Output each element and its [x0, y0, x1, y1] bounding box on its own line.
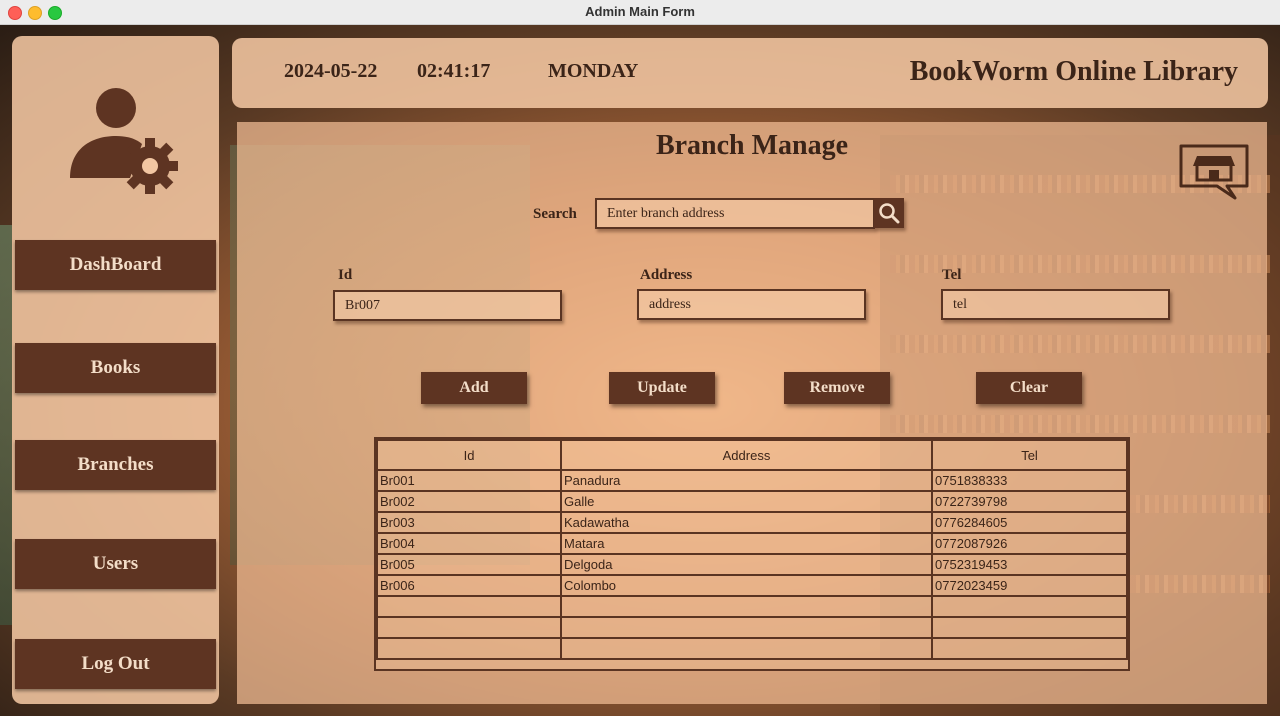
brand-title: BookWorm Online Library — [909, 56, 1238, 87]
cell-id: Br002 — [376, 490, 562, 513]
cell-tel: 0776284605 — [931, 511, 1128, 534]
header: 2024-05-22 02:41:17 MONDAY BookWorm Onli… — [232, 38, 1268, 108]
user-gear-icon — [70, 88, 178, 194]
column-header-tel[interactable]: Tel — [931, 439, 1128, 471]
column-header-id[interactable]: Id — [376, 439, 562, 471]
cell-id: Br003 — [376, 511, 562, 534]
cell-tel: 0722739798 — [931, 490, 1128, 513]
table-row[interactable]: Br001 Panadura 0751838333 — [376, 469, 1128, 492]
search-label: Search — [533, 206, 577, 222]
cell-address: Delgoda — [560, 553, 933, 576]
empty-table-row[interactable] — [376, 637, 1128, 660]
update-button[interactable]: Update — [609, 372, 715, 404]
sidebar-item-branches[interactable]: Branches — [15, 440, 216, 490]
cell-tel: 0751838333 — [931, 469, 1128, 492]
tel-field[interactable]: tel — [941, 289, 1170, 320]
table-row[interactable]: Br005 Delgoda 0752319453 — [376, 553, 1128, 576]
branch-manage-panel: Branch Manage Search Enter branch addres… — [237, 122, 1267, 704]
cell-tel: 0752319453 — [931, 553, 1128, 576]
table-row[interactable]: Br006 Colombo 0772023459 — [376, 574, 1128, 597]
id-field[interactable]: Br007 — [333, 290, 562, 321]
column-header-address[interactable]: Address — [560, 439, 933, 471]
cell-id: Br006 — [376, 574, 562, 597]
search-input[interactable]: Enter branch address — [595, 198, 875, 229]
page-title: Branch Manage — [655, 130, 849, 161]
cell-address: Kadawatha — [560, 511, 933, 534]
window-title: Admin Main Form — [585, 4, 695, 19]
cell-address: Colombo — [560, 574, 933, 597]
sidebar-item-dashboard[interactable]: DashBoard — [15, 240, 216, 290]
table-row[interactable]: Br004 Matara 0772087926 — [376, 532, 1128, 555]
cell-id: Br005 — [376, 553, 562, 576]
date-label: 2024-05-22 — [284, 60, 378, 82]
empty-table-row[interactable] — [376, 616, 1128, 639]
remove-button[interactable]: Remove — [784, 372, 890, 404]
address-field[interactable]: address — [637, 289, 866, 320]
cell-address: Panadura — [560, 469, 933, 492]
branch-table[interactable]: Id Address Tel Br001 Panadura 0751838333… — [374, 437, 1130, 671]
search-button[interactable] — [874, 198, 904, 228]
cell-tel: 0772023459 — [931, 574, 1128, 597]
cell-address: Matara — [560, 532, 933, 555]
tel-label: Tel — [942, 267, 962, 283]
clear-button[interactable]: Clear — [976, 372, 1082, 404]
table-row[interactable]: Br002 Galle 0722739798 — [376, 490, 1128, 513]
search-icon — [879, 203, 900, 224]
id-label: Id — [338, 267, 353, 283]
logout-button[interactable]: Log Out — [15, 639, 216, 689]
add-button[interactable]: Add — [421, 372, 527, 404]
table-header-row: Id Address Tel — [376, 439, 1128, 471]
time-label: 02:41:17 — [417, 60, 491, 82]
empty-table-row[interactable] — [376, 595, 1128, 618]
address-label: Address — [640, 267, 693, 283]
table-row[interactable]: Br003 Kadawatha 0776284605 — [376, 511, 1128, 534]
day-label: MONDAY — [548, 60, 639, 82]
sidebar-item-users[interactable]: Users — [15, 539, 216, 589]
cell-id: Br004 — [376, 532, 562, 555]
sidebar: DashBoard Books Branches Users Log Out — [12, 36, 219, 704]
cell-tel: 0772087926 — [931, 532, 1128, 555]
store-icon — [1179, 144, 1249, 200]
title-bar: Admin Main Form — [0, 0, 1280, 25]
cell-id: Br001 — [376, 469, 562, 492]
sidebar-item-books[interactable]: Books — [15, 343, 216, 393]
cell-address: Galle — [560, 490, 933, 513]
